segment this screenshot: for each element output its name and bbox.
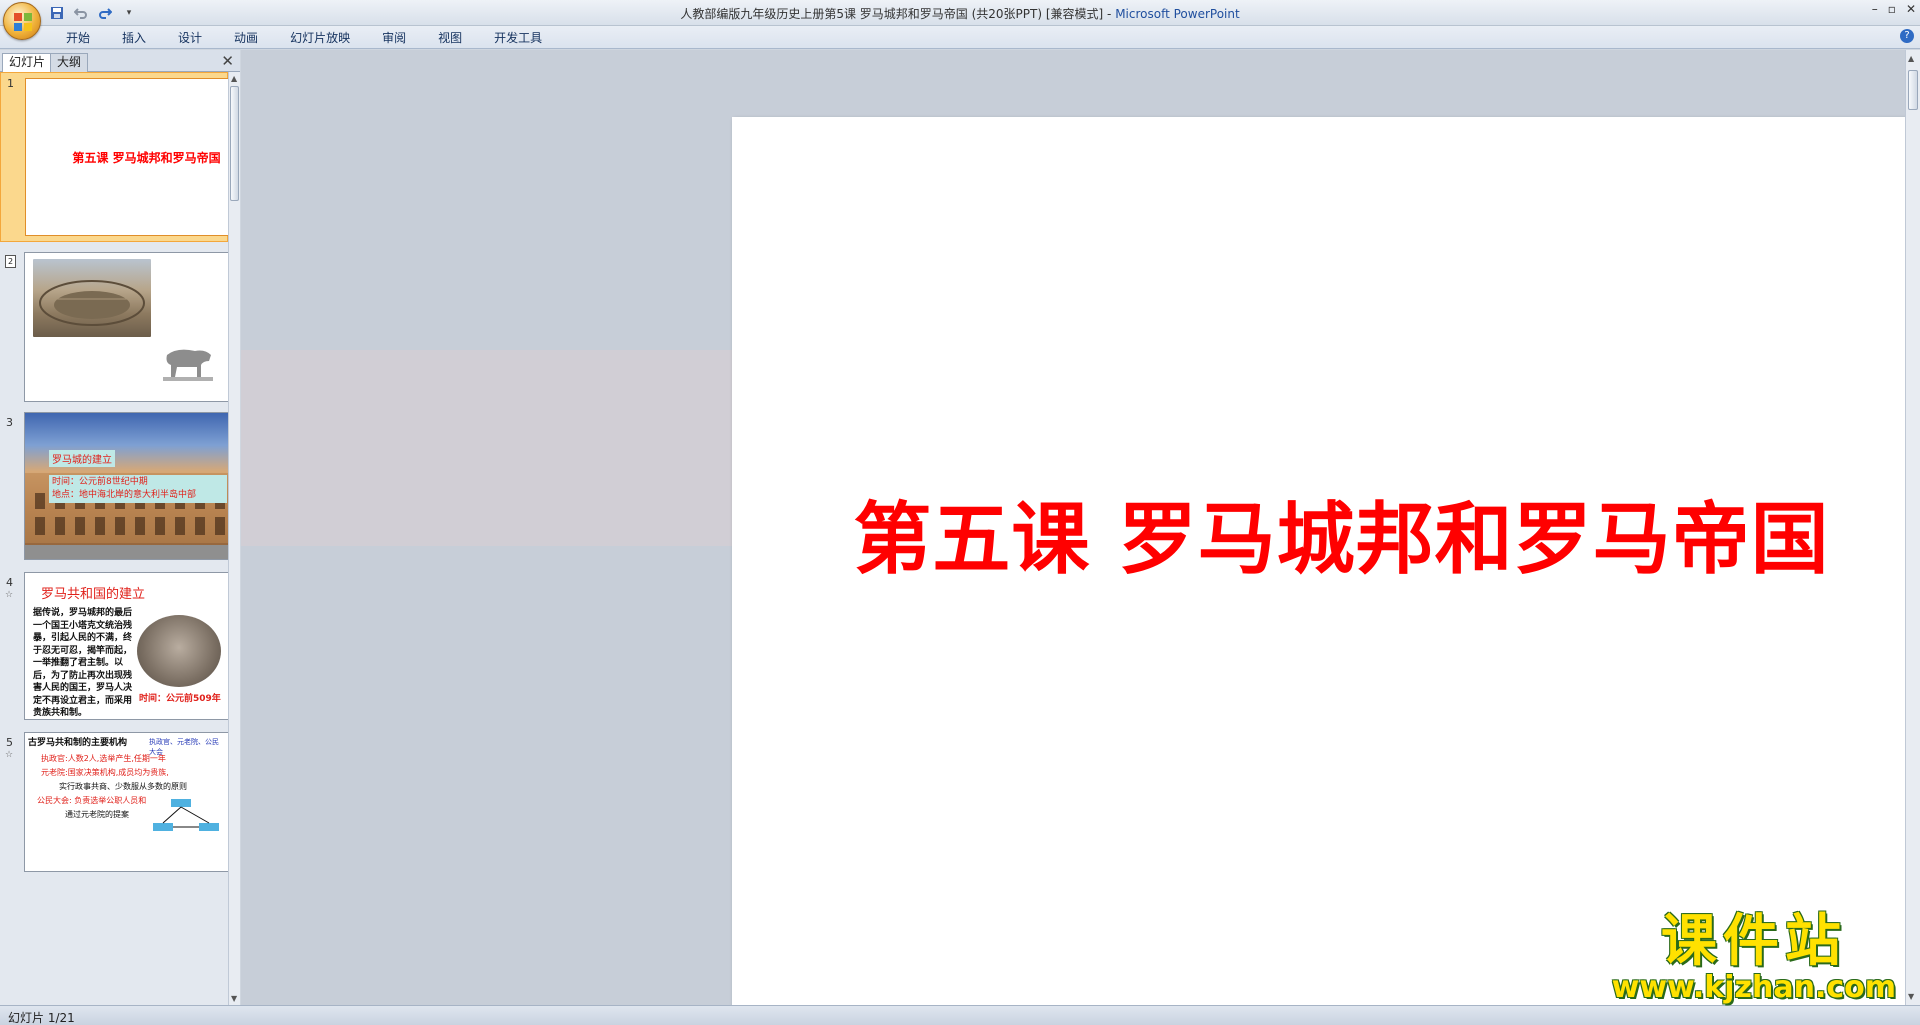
scrollbar-thumb[interactable] — [1908, 70, 1918, 110]
tab-design[interactable]: 设计 — [162, 29, 218, 47]
she-wolf-statue-image — [159, 341, 215, 383]
thumb-heading: 罗马共和国的建立 — [41, 587, 146, 602]
slide-number: 4 — [6, 576, 13, 589]
colosseum-interior-image — [33, 259, 151, 337]
office-button[interactable] — [3, 2, 41, 40]
slide-thumb-5[interactable]: 5 ☆ 古罗马共和制的主要机构 执政官、元老院、公民大会 执政官:人数2人,选举… — [0, 732, 228, 872]
title-bar: ▾ 人教部编版九年级历史上册第5课 罗马城邦和罗马帝国 (共20张PPT) [兼… — [0, 0, 1920, 40]
relief-image — [137, 615, 221, 687]
thumb-line: 公民大会: 负责选举公职人员和 — [37, 796, 147, 805]
thumb-title: 第五课 罗马城邦和罗马帝国 — [72, 151, 221, 165]
thumb-line: 执政官:人数2人,选举产生,任期一年 — [41, 754, 166, 763]
office-logo-icon — [14, 13, 32, 31]
slide-thumb-1[interactable]: 1 第五课 罗马城邦和罗马帝国 — [0, 72, 228, 242]
ribbon-tabs: 开始 插入 设计 动画 幻灯片放映 审阅 视图 开发工具 — [50, 29, 558, 47]
tab-animations[interactable]: 动画 — [218, 29, 274, 47]
slide-number: 5 — [6, 736, 13, 749]
slide-thumb-2[interactable]: 2 — [0, 252, 228, 412]
scroll-up-icon[interactable]: ▲ — [1908, 54, 1914, 63]
slide-title[interactable]: 第五课 罗马城邦和罗马帝国 — [732, 477, 1920, 589]
panel-tabs: 幻灯片 大纲 ✕ — [0, 50, 240, 72]
slide-thumb-image: 罗马共和国的建立 据传说，罗马城邦的最后一个国王小塔克文统治残暴，引起人民的不满… — [24, 572, 228, 720]
scroll-up-icon[interactable]: ▲ — [231, 74, 237, 83]
slide-scrollbar[interactable]: ▲ ▼ — [1905, 50, 1920, 1005]
window-title: 人教部编版九年级历史上册第5课 罗马城邦和罗马帝国 (共20张PPT) [兼容模… — [680, 7, 1240, 21]
slide-number: 1 — [7, 77, 14, 90]
scroll-down-icon[interactable]: ▼ — [231, 994, 237, 1003]
thumb-line: 元老院:国家决策机构,成员均为贵族, — [41, 768, 169, 777]
slide-workspace: 第五课 罗马城邦和罗马帝国 — [241, 50, 1920, 1025]
scroll-down-icon[interactable]: ▼ — [1908, 992, 1914, 1001]
slide-thumb-image: 古罗马共和制的主要机构 执政官、元老院、公民大会 执政官:人数2人,选举产生,任… — [24, 732, 228, 872]
watermark-url: www.kjzhan.com — [1611, 970, 1896, 1005]
thumb-line: 地点：地中海北岸的意大利半岛中部 — [52, 490, 197, 500]
tab-view[interactable]: 视图 — [422, 29, 478, 47]
help-icon[interactable]: ? — [1900, 29, 1914, 43]
current-slide[interactable]: 第五课 罗马城邦和罗马帝国 — [732, 117, 1920, 1025]
slide-number: 2 — [5, 255, 16, 268]
thumb-line: 通过元老院的提案 — [65, 810, 129, 819]
slide-number: 3 — [6, 416, 13, 429]
tab-home[interactable]: 开始 — [50, 29, 106, 47]
thumb-line: 时间：公元前8世纪中期 — [52, 477, 148, 487]
close-icon[interactable]: ✕ — [1906, 2, 1916, 16]
tab-review[interactable]: 审阅 — [366, 29, 422, 47]
minimize-icon[interactable]: – — [1872, 2, 1878, 16]
slide-thumb-4[interactable]: 4 ☆ 罗马共和国的建立 据传说，罗马城邦的最后一个国王小塔克文统治残暴，引起人… — [0, 572, 228, 732]
slide-thumb-image: 第五课 罗马城邦和罗马帝国 — [25, 78, 228, 236]
tab-outline[interactable]: 大纲 — [50, 53, 89, 72]
tab-insert[interactable]: 插入 — [106, 29, 162, 47]
slide-thumb-image — [24, 252, 228, 402]
thumb-line: 实行政事共商、少数服从多数的原则 — [59, 782, 187, 791]
watermark-logo: 课件站 www.kjzhan.com — [1611, 909, 1896, 1006]
document-title: 人教部编版九年级历史上册第5课 罗马城邦和罗马帝国 (共20张PPT) [兼容模… — [680, 7, 1104, 21]
slide-thumb-3[interactable]: 3 罗马城的建立 时间：公元前8世纪中期 地点：地中海北岸的意大利半岛中部 — [0, 412, 228, 572]
window-controls: – ▫ ✕ — [1872, 2, 1916, 16]
thumb-info-box: 时间：公元前8世纪中期 地点：地中海北岸的意大利半岛中部 — [49, 475, 227, 503]
scrollbar-thumb[interactable] — [230, 86, 239, 201]
tab-developer[interactable]: 开发工具 — [478, 29, 558, 47]
tab-slideshow[interactable]: 幻灯片放映 — [274, 29, 366, 47]
org-diagram — [153, 797, 221, 833]
thumb-body: 据传说，罗马城邦的最后一个国王小塔克文统治残暴，引起人民的不满，终于忍无可忍，揭… — [33, 608, 133, 718]
slides-panel: 幻灯片 大纲 ✕ 1 第五课 罗马城邦和罗马帝国 2 3 罗马城的建立 时间：公… — [0, 50, 240, 1005]
status-bar: 幻灯片 1/21 — [0, 1005, 1920, 1025]
close-panel-icon[interactable]: ✕ — [221, 52, 234, 70]
slide-thumb-image: 罗马城的建立 时间：公元前8世纪中期 地点：地中海北岸的意大利半岛中部 — [24, 412, 228, 560]
animation-star-icon: ☆ — [5, 750, 14, 760]
thumb-caption: 罗马城的建立 — [49, 450, 115, 467]
tab-slides[interactable]: 幻灯片 — [2, 53, 53, 72]
ribbon: 开始 插入 设计 动画 幻灯片放映 审阅 视图 开发工具 ? — [0, 26, 1920, 49]
panel-scrollbar[interactable]: ▲ ▼ — [228, 72, 240, 1005]
thumb-time: 时间：公元前509年 — [139, 694, 221, 704]
app-name: Microsoft PowerPoint — [1115, 7, 1240, 21]
thumb-heading: 古罗马共和制的主要机构 — [28, 738, 128, 748]
watermark-title: 课件站 — [1660, 909, 1847, 974]
animation-star-icon: ☆ — [5, 590, 14, 600]
slide-indicator: 幻灯片 1/21 — [8, 1011, 75, 1025]
thumbnail-list: 1 第五课 罗马城邦和罗马帝国 2 3 罗马城的建立 时间：公元前8世纪中期 地… — [0, 72, 228, 1005]
maximize-icon[interactable]: ▫ — [1888, 2, 1896, 16]
